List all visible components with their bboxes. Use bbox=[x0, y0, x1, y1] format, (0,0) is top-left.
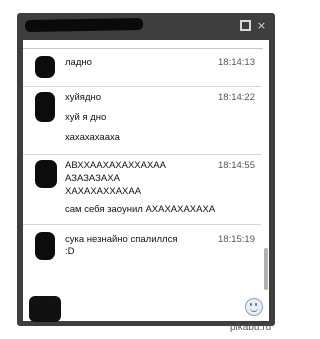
title-bar: × bbox=[17, 13, 275, 39]
message-text: хуй я дно bbox=[65, 112, 107, 123]
divider bbox=[23, 154, 261, 155]
message-item: сука незнайно спалиллся :D 18:15:19 bbox=[23, 224, 263, 264]
redacted-avatar bbox=[35, 92, 55, 122]
restore-icon[interactable] bbox=[240, 20, 251, 31]
message-input[interactable] bbox=[67, 297, 241, 319]
redacted-contact-name bbox=[24, 17, 144, 33]
scrollbar[interactable] bbox=[263, 40, 269, 304]
message-text: сам себя заоунил АХАХАХАХАХА bbox=[65, 204, 216, 215]
compose-area bbox=[23, 294, 269, 322]
message-list[interactable]: ладно 18:14:13 хуйядно хуй я дно хахахах… bbox=[23, 40, 269, 304]
message-text: ХАХАХАХХАХАА bbox=[65, 186, 142, 197]
close-icon[interactable]: × bbox=[256, 20, 267, 31]
divider bbox=[23, 48, 269, 49]
message-time: 18:14:55 bbox=[218, 160, 255, 171]
divider bbox=[23, 224, 261, 225]
message-text: АВХХААХАХАХХАХАА bbox=[65, 160, 166, 171]
scrollbar-thumb[interactable] bbox=[264, 248, 268, 290]
message-text: хахахахааха bbox=[65, 132, 120, 143]
message-time: 18:14:13 bbox=[218, 57, 255, 68]
message-time: 18:15:19 bbox=[218, 234, 255, 245]
redacted-avatar bbox=[35, 56, 55, 78]
message-text: ладно bbox=[65, 57, 92, 68]
message-text: :D bbox=[65, 246, 75, 257]
message-item: хуйядно хуй я дно хахахахааха 18:14:22 bbox=[23, 86, 263, 152]
message-time: 18:14:22 bbox=[218, 92, 255, 103]
message-text: хуйядно bbox=[65, 92, 102, 103]
message-item: ладно 18:14:13 bbox=[23, 54, 263, 88]
watermark: pikabu.ru bbox=[230, 322, 272, 333]
redacted-avatar bbox=[29, 296, 61, 322]
message-text: сука незнайно спалиллся bbox=[65, 234, 178, 245]
message-text: АЗАЗАЗАХА bbox=[65, 173, 120, 184]
redacted-avatar bbox=[35, 232, 55, 260]
divider bbox=[23, 86, 261, 87]
message-item: АВХХААХАХАХХАХАА АЗАЗАЗАХА ХАХАХАХХАХАА … bbox=[23, 154, 263, 222]
smiley-icon[interactable] bbox=[245, 298, 263, 316]
redacted-avatar bbox=[35, 160, 57, 188]
chat-window: × ладно 18:14:13 хуйядно хуй я дно хахах… bbox=[17, 13, 275, 326]
